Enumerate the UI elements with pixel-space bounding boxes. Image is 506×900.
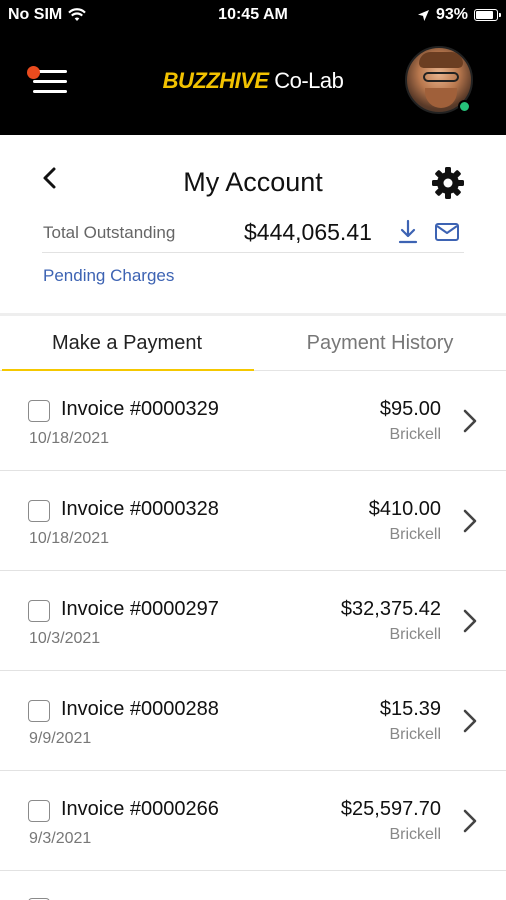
invoice-location: Brickell <box>389 426 441 443</box>
invoice-number: Invoice #0000329 <box>61 398 219 420</box>
chevron-right-icon[interactable] <box>460 606 480 636</box>
avatar-glasses <box>423 72 459 82</box>
battery-percent: 93% <box>435 6 468 23</box>
tab-payment-history[interactable]: Payment History <box>254 316 506 371</box>
invoice-row[interactable]: Invoice #0000328 10/18/2021 $410.00 Bric… <box>0 471 506 571</box>
invoice-date: 10/3/2021 <box>29 630 101 647</box>
chevron-right-icon[interactable] <box>460 506 480 536</box>
invoice-location: Brickell <box>389 726 441 743</box>
avatar-beard <box>425 88 457 108</box>
invoice-amount: $15.39 <box>379 698 441 720</box>
invoice-number: Invoice #0000328 <box>61 498 219 520</box>
status-bar: No SIM 10:45 AM 93% <box>0 0 506 32</box>
pending-charges-link[interactable]: Pending Charges <box>43 266 174 286</box>
invoice-location: Brickell <box>389 526 441 543</box>
brand-main-text: BUZZHIVE <box>162 68 270 93</box>
invoice-row[interactable]: Invoice #0000266 9/3/2021 $25,597.70 Bri… <box>0 771 506 871</box>
invoice-date: 9/9/2021 <box>29 730 92 747</box>
total-outstanding-amount: $444,065.41 <box>244 219 372 245</box>
invoice-checkbox[interactable] <box>28 800 50 822</box>
payment-tabs: Make a Payment Payment History <box>0 313 506 373</box>
invoice-list: Invoice #0000329 10/18/2021 $95.00 Brick… <box>0 371 506 900</box>
mail-icon <box>435 223 459 241</box>
total-outstanding-label: Total Outstanding <box>43 223 176 242</box>
email-button[interactable] <box>434 221 460 243</box>
invoice-checkbox[interactable] <box>28 600 50 622</box>
invoice-checkbox[interactable] <box>28 500 50 522</box>
invoice-number: Invoice #0000288 <box>61 698 219 720</box>
invoice-amount: $95.00 <box>379 398 441 420</box>
gear-icon <box>432 167 464 199</box>
brand-sub-text: Co-Lab <box>268 68 344 93</box>
invoice-number: Invoice #0000266 <box>61 798 219 820</box>
download-button[interactable] <box>397 219 419 245</box>
chevron-right-icon[interactable] <box>460 706 480 736</box>
chevron-right-icon[interactable] <box>460 806 480 836</box>
online-status-icon <box>458 100 471 113</box>
invoice-location: Brickell <box>389 826 441 843</box>
invoice-date: 9/3/2021 <box>29 830 92 847</box>
avatar-hair <box>419 52 463 68</box>
battery-icon <box>474 9 501 21</box>
download-icon <box>398 219 418 244</box>
divider <box>42 252 464 253</box>
invoice-date: 10/18/2021 <box>29 530 110 547</box>
tab-make-payment[interactable]: Make a Payment <box>0 316 254 371</box>
app-header: BUZZHIVE Co-Lab <box>0 32 506 135</box>
invoice-location: Brickell <box>389 626 441 643</box>
invoice-row[interactable]: Invoice #0000288 9/9/2021 $15.39 Brickel… <box>0 671 506 771</box>
invoice-row-partial[interactable] <box>0 871 506 900</box>
invoice-amount: $32,375.42 <box>340 598 441 620</box>
invoice-amount: $410.00 <box>368 498 441 520</box>
invoice-number: Invoice #0000297 <box>61 598 219 620</box>
account-header: My Account Total Outstanding $444,065.41 <box>0 135 506 313</box>
location-arrow-icon <box>417 9 429 21</box>
invoice-row[interactable]: Invoice #0000297 10/3/2021 $32,375.42 Br… <box>0 571 506 671</box>
invoice-row[interactable]: Invoice #0000329 10/18/2021 $95.00 Brick… <box>0 371 506 471</box>
chevron-right-icon[interactable] <box>460 406 480 436</box>
invoice-checkbox[interactable] <box>28 400 50 422</box>
invoice-checkbox[interactable] <box>28 700 50 722</box>
invoice-amount: $25,597.70 <box>340 798 441 820</box>
invoice-date: 10/18/2021 <box>29 430 110 447</box>
status-right: 93% <box>417 6 501 24</box>
settings-button[interactable] <box>431 166 465 200</box>
